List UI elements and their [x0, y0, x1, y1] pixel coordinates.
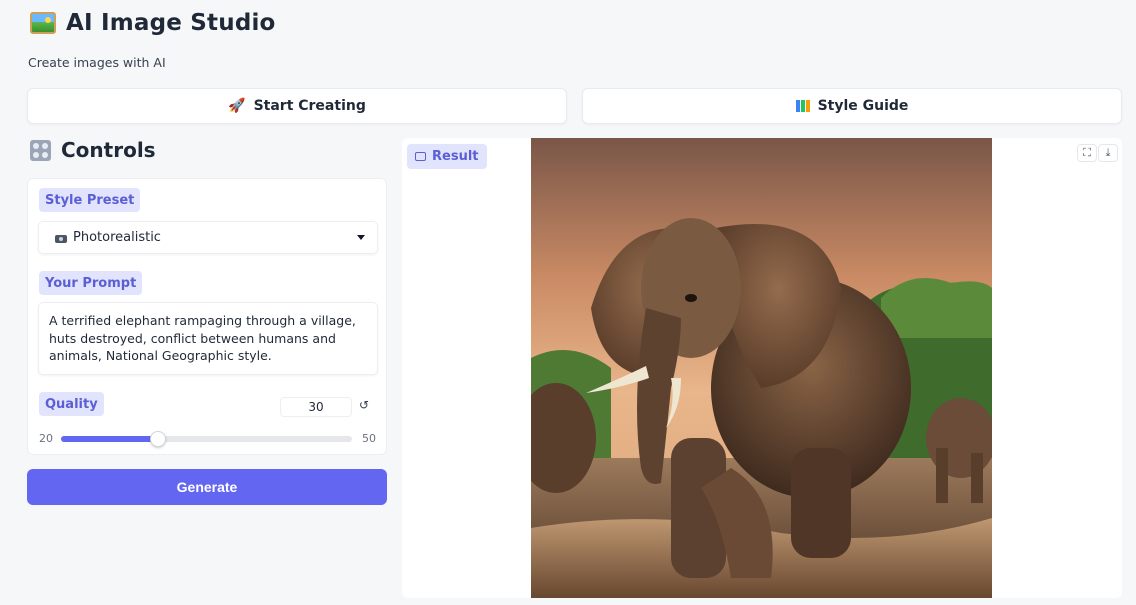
app-header: AI Image Studio: [30, 6, 276, 40]
fullscreen-icon: ⛶: [1083, 146, 1091, 159]
controls-title: Controls: [61, 138, 156, 162]
result-panel: Result ⛶ ⤓: [402, 138, 1122, 598]
tab-style-guide-label: Style Guide: [817, 98, 909, 114]
quality-max-label: 50: [362, 432, 376, 445]
tab-start-creating-label: Start Creating: [253, 98, 366, 114]
fullscreen-button[interactable]: ⛶: [1077, 144, 1097, 162]
reset-icon[interactable]: ↺: [359, 398, 369, 412]
framed-picture-icon: [30, 12, 56, 34]
chevron-down-icon: [357, 235, 365, 240]
books-icon: [795, 100, 810, 112]
quality-number-input[interactable]: 30: [280, 397, 352, 417]
style-preset-value: Photorealistic: [73, 230, 161, 245]
rocket-icon: 🚀: [228, 98, 246, 114]
image-icon: [415, 152, 426, 161]
result-label-text: Result: [432, 149, 479, 164]
quality-slider-thumb[interactable]: [150, 431, 166, 447]
camera-icon: [55, 234, 67, 243]
tab-style-guide[interactable]: Style Guide: [582, 88, 1122, 124]
generate-button[interactable]: Generate: [27, 469, 387, 505]
controls-header: Controls: [30, 138, 156, 162]
prompt-textarea[interactable]: A terrified elephant rampaging through a…: [38, 302, 378, 375]
quality-label: Quality: [39, 392, 104, 416]
quality-slider-fill: [61, 436, 158, 442]
controls-panel: Style Preset Photorealistic Your Prompt …: [27, 178, 387, 455]
control-knobs-icon: [30, 139, 51, 161]
quality-slider-track[interactable]: [61, 431, 352, 447]
style-preset-dropdown[interactable]: Photorealistic: [38, 221, 378, 254]
quality-min-label: 20: [39, 432, 53, 445]
generated-image: [531, 138, 992, 598]
style-preset-label: Style Preset: [39, 188, 141, 212]
download-button[interactable]: ⤓: [1098, 144, 1118, 162]
download-icon: ⤓: [1105, 146, 1111, 159]
result-label: Result: [407, 144, 487, 169]
prompt-label: Your Prompt: [39, 271, 143, 295]
app-title: AI Image Studio: [66, 10, 276, 36]
app-subtitle: Create images with AI: [28, 55, 166, 70]
tab-start-creating[interactable]: 🚀 Start Creating: [27, 88, 567, 124]
